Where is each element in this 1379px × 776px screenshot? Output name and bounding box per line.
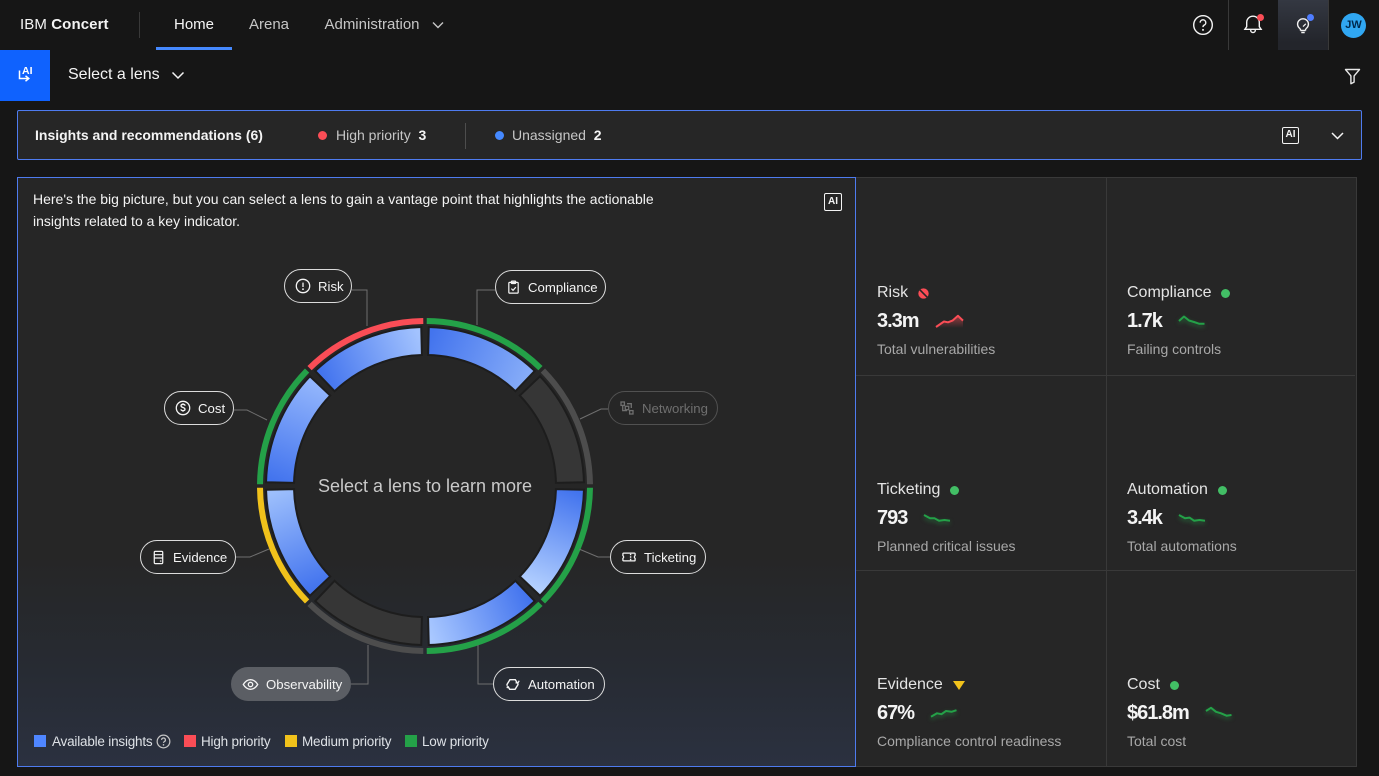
svg-text:AI: AI <box>22 65 33 77</box>
